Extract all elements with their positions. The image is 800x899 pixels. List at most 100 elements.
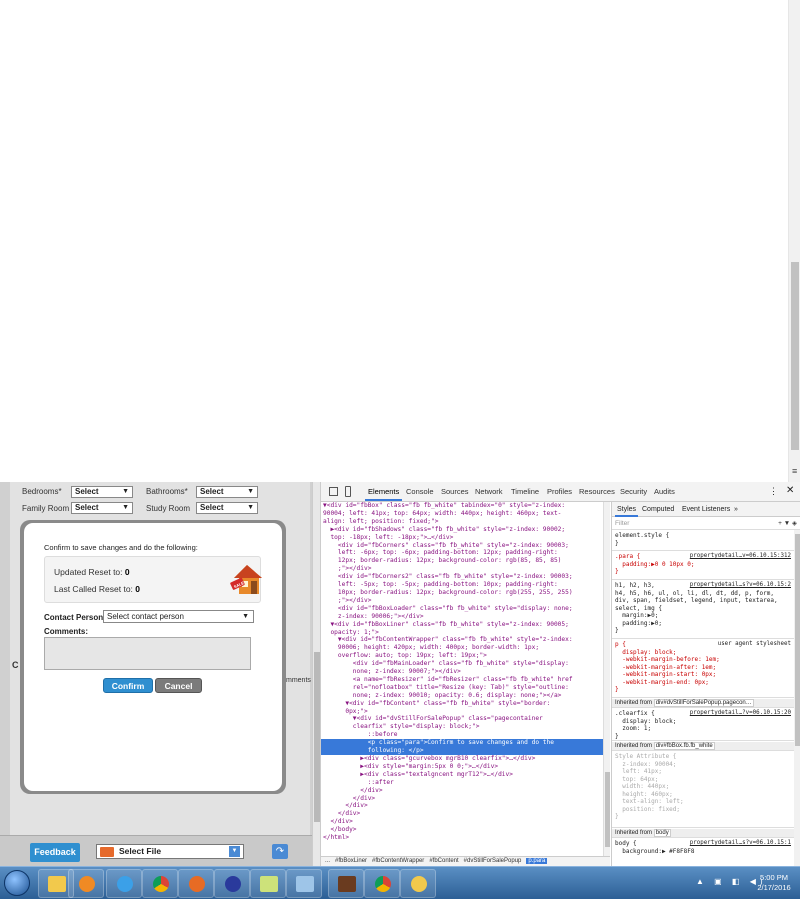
bathrooms-select[interactable]: Select ▼ xyxy=(196,486,258,498)
dom-node-line[interactable]: ▼<div id="fbContentWrapper" class="fb fb… xyxy=(321,636,603,644)
tab-styles[interactable]: Styles xyxy=(614,506,639,517)
dom-node-line[interactable]: </div> xyxy=(321,787,603,795)
dom-node-line[interactable]: <div id="fbCorners" class="fb fb_white" … xyxy=(321,542,603,550)
feedback-button[interactable]: Feedback xyxy=(30,843,80,862)
bedrooms-select[interactable]: Select ▼ xyxy=(71,486,133,498)
page-vertical-scrollbar[interactable]: ≡ xyxy=(788,0,800,482)
dom-node-line[interactable]: ▶<div style="margin:5px 0 0;">…</div> xyxy=(321,763,603,771)
tab-resources[interactable]: Resources xyxy=(579,487,615,496)
dom-node-line[interactable]: </body> xyxy=(321,826,603,834)
dom-node-line[interactable]: ::before xyxy=(321,731,603,739)
close-icon[interactable]: ✕ xyxy=(786,485,794,496)
dom-node-line[interactable]: ▶<div id="fbShadows" class="fb fb_white"… xyxy=(321,526,603,534)
select-file-dropdown[interactable]: Select File ▼ xyxy=(96,844,244,859)
dom-node-line[interactable]: <div id="fbBoxLoader" class="fb fb_white… xyxy=(321,605,603,613)
device-mode-icon[interactable] xyxy=(345,486,351,497)
dom-node-line[interactable]: left: -6px; top: -6px; padding-bottom: 1… xyxy=(321,549,603,557)
cancel-button[interactable]: Cancel xyxy=(155,678,202,693)
breadcrumb-item[interactable]: ... xyxy=(325,858,330,864)
taskbar-internet-explorer[interactable] xyxy=(106,869,142,898)
tab-network[interactable]: Network xyxy=(475,487,503,496)
breadcrumb-item[interactable]: #fbContent xyxy=(429,858,458,864)
dom-node-line[interactable]: </div> xyxy=(321,810,603,818)
taskbar-chrome-active[interactable] xyxy=(364,869,400,898)
tab-audits[interactable]: Audits xyxy=(654,487,675,496)
dom-node-line[interactable]: left: -5px; top: -5px; padding-bottom: 1… xyxy=(321,581,603,589)
dom-node-line[interactable]: <div id="fbMainLoader" class="fb fb_whit… xyxy=(321,660,603,668)
scrollbar-thumb[interactable] xyxy=(795,534,800,746)
scrollbar-thumb[interactable] xyxy=(791,262,799,450)
tab-security[interactable]: Security xyxy=(620,487,647,496)
styles-scrollbar[interactable] xyxy=(794,530,800,866)
inherited-selector-link[interactable]: body xyxy=(653,829,671,837)
taskbar-chrome[interactable] xyxy=(142,869,178,898)
dom-node-line[interactable]: z-index: 90006;"></div> xyxy=(321,613,603,621)
inherited-selector-link[interactable]: div#dvStillForSalePopup.pagecon… xyxy=(653,699,754,707)
dom-node-line[interactable]: ;"></div> xyxy=(321,597,603,605)
dom-node-line[interactable]: <div id="fbCorners2" class="fb fb_white"… xyxy=(321,573,603,581)
inspect-element-icon[interactable] xyxy=(329,487,338,496)
dom-node-line[interactable]: clearfix" style="display: block;"> xyxy=(321,723,603,731)
dom-node-line[interactable]: 0px;"> xyxy=(321,708,603,716)
clock[interactable]: 5:00 PM 2/17/2016 xyxy=(754,873,794,893)
taskbar-app-game[interactable] xyxy=(328,869,364,898)
dom-node-line[interactable]: ▶<div class="textalgncent mgrT12">…</div… xyxy=(321,771,603,779)
dom-node-line[interactable]: ▼<div id="fbContent" class="fb fb_white"… xyxy=(321,700,603,708)
taskbar-app-globe[interactable] xyxy=(214,869,250,898)
dom-node-line[interactable]: </div> xyxy=(321,818,603,826)
dom-node-line[interactable]: ▼<div id="fbBoxLiner" class="fb fb_white… xyxy=(321,621,603,629)
start-button[interactable] xyxy=(4,870,30,896)
dom-node-line[interactable]: top: -18px; left: -18px;">…</div> xyxy=(321,534,603,542)
dom-node-line[interactable]: overflow: auto; top: 19px; left: 19px;"> xyxy=(321,652,603,660)
style-source-link[interactable]: propertydetail…?v=06.10.15:20 xyxy=(690,710,791,718)
style-tools-icons[interactable]: + ▼ ◈ xyxy=(778,517,797,530)
more-tabs-icon[interactable]: » xyxy=(734,506,738,513)
taskbar-app-tools[interactable] xyxy=(400,869,436,898)
elements-scrollbar[interactable] xyxy=(603,502,610,856)
tab-computed[interactable]: Computed xyxy=(642,506,674,513)
dom-node-line[interactable]: none; z-index: 90007;"></div> xyxy=(321,668,603,676)
dom-node-line[interactable]: 90006; height: 420px; width: 400px; bord… xyxy=(321,644,603,652)
dom-node-line[interactable]: opacity: 1;"> xyxy=(321,629,603,637)
dom-node-line[interactable]: ::after xyxy=(321,779,603,787)
tab-elements[interactable]: Elements xyxy=(364,487,403,501)
menu-lines-icon[interactable]: ≡ xyxy=(792,466,797,476)
share-arrow-icon[interactable]: ↷ xyxy=(272,844,288,859)
style-source-link[interactable]: propertydetail…s?v=06.10.15:1 xyxy=(690,840,791,848)
breadcrumb-item[interactable]: #fbBoxLiner xyxy=(335,858,367,864)
breadcrumb-item[interactable]: #dvStillForSalePopup xyxy=(464,858,522,864)
more-options-icon[interactable]: ⋮ xyxy=(769,486,778,497)
dom-node-line[interactable]: ▶<div class="gcurvebox mgrB10 clearfix">… xyxy=(321,755,603,763)
breadcrumb-item[interactable]: #fbContentWrapper xyxy=(372,858,424,864)
dom-node-line[interactable]: ▼<div id="fbBox" class="fb fb_white" tab… xyxy=(321,502,603,510)
comments-textarea[interactable] xyxy=(44,637,251,670)
tab-timeline[interactable]: Timeline xyxy=(511,487,539,496)
family-room-select[interactable]: Select ▼ xyxy=(71,502,133,514)
breadcrumb-current[interactable]: p.para xyxy=(526,858,548,864)
dom-node-line[interactable]: <p class="para">Confirm to save changes … xyxy=(321,739,603,748)
dom-node-line[interactable]: </html> xyxy=(321,834,603,842)
confirm-button[interactable]: Confirm xyxy=(103,678,153,693)
style-source-link[interactable]: propertydetail…v=06.10.15:312 xyxy=(690,553,791,561)
taskbar-app-window[interactable] xyxy=(286,869,322,898)
dom-node-line[interactable]: 12px; border-radius: 12px; background-co… xyxy=(321,557,603,565)
tab-profiles[interactable]: Profiles xyxy=(547,487,572,496)
style-source-link[interactable]: propertydetail…s?v=06.10.15:2 xyxy=(690,582,791,590)
dom-node-line[interactable]: 90004; left: 41px; top: 64px; width: 440… xyxy=(321,510,603,518)
dom-node-line[interactable]: </div> xyxy=(321,795,603,803)
dom-node-line[interactable]: </div> xyxy=(321,802,603,810)
inherited-selector-link[interactable]: div#fbBox.fb.fb_white xyxy=(653,742,715,750)
contact-person-select[interactable]: Select contact person ▼ xyxy=(103,610,254,623)
tab-sources[interactable]: Sources xyxy=(441,487,469,496)
tab-event-listeners[interactable]: Event Listeners xyxy=(682,506,730,513)
taskbar-media-player[interactable] xyxy=(68,869,104,898)
dom-node-line[interactable]: align: left; position: fixed;"> xyxy=(321,518,603,526)
dom-node-line[interactable]: <a name="fbResizer" id="fbResizer" class… xyxy=(321,676,603,684)
dom-node-line[interactable]: ▼<div id="dvStillForSalePopup" class="pa… xyxy=(321,715,603,723)
dom-node-line[interactable]: rel="nofloatbox" title="Resize (key: Tab… xyxy=(321,684,603,692)
styles-filter-input[interactable]: Filter + ▼ ◈ xyxy=(612,517,800,530)
dom-node-line[interactable]: none; z-index: 90010; opacity: 0.6; disp… xyxy=(321,692,603,700)
dom-node-line[interactable]: 10px; border-radius: 12px; background-co… xyxy=(321,589,603,597)
dom-node-line[interactable]: ;"></div> xyxy=(321,565,603,573)
tab-console[interactable]: Console xyxy=(406,487,434,496)
